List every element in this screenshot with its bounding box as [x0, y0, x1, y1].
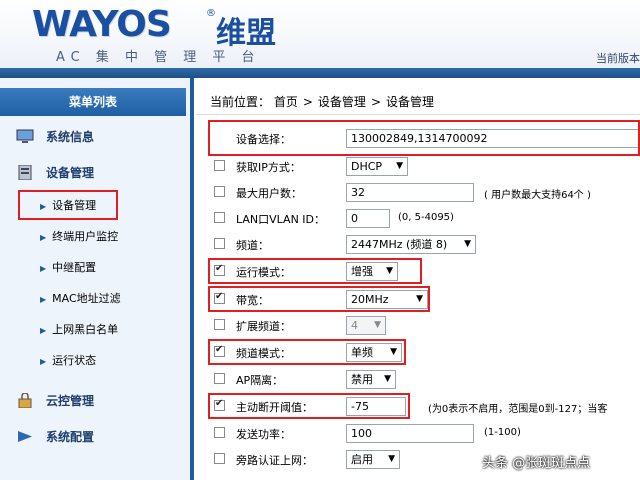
row-checkbox[interactable] [214, 453, 225, 464]
breadcrumb-device-mgmt[interactable]: 设备管理 [318, 95, 366, 109]
lock-icon [18, 393, 32, 408]
highlight-box [208, 286, 430, 312]
gear-icon [18, 431, 32, 442]
ext-channel-select[interactable]: 4 ▼ [346, 316, 386, 335]
highlight-box [208, 120, 640, 156]
wayos-logo: WAYOS [32, 4, 172, 45]
arrow-right-icon: ▶ [40, 295, 47, 304]
max-users-input[interactable]: 32 [346, 183, 474, 202]
arrow-right-icon: ▶ [40, 233, 47, 242]
menu-group-system-config[interactable]: 系统配置 [8, 424, 186, 450]
highlight-box [18, 190, 118, 220]
row-label: LAN口VLAN ID： [236, 213, 326, 226]
monitor-icon [16, 129, 34, 143]
breadcrumb-prefix: 当前位置： [210, 95, 271, 109]
content-divider [196, 114, 640, 115]
sidebar-item-label: 上网黑白名单 [52, 323, 119, 336]
row-hint: (1-100) [484, 427, 521, 438]
row-checkbox[interactable] [214, 186, 225, 197]
breadcrumb-sep: > [370, 95, 381, 109]
sidebar-item-label: MAC地址过滤 [52, 292, 121, 305]
breadcrumb-sep: > [302, 95, 313, 109]
row-checkbox[interactable] [214, 160, 225, 171]
breadcrumb-home[interactable]: 首页 [274, 95, 298, 109]
row-checkbox[interactable] [214, 212, 225, 223]
header-bar [0, 68, 640, 78]
row-checkbox[interactable] [214, 427, 225, 438]
sidebar-item-label: 运行状态 [52, 354, 97, 367]
arrow-right-icon: ▶ [40, 357, 47, 366]
form-row-ip-mode: 获取IP方式： DHCP ▼ [200, 154, 640, 180]
row-checkbox[interactable] [214, 319, 225, 330]
menu-group-label: 系统信息 [46, 130, 95, 144]
menu-group-device-management[interactable]: 设备管理 [8, 160, 186, 186]
row-label: 发送功率： [236, 428, 291, 441]
platform-subtitle: AC 集 中 管 理 平 台 [56, 50, 261, 65]
tx-power-input[interactable]: 100 [346, 424, 474, 443]
sidebar-item-access-list[interactable]: ▶ 上网黑白名单 [40, 320, 118, 340]
dropdown-arrow-icon: ▼ [384, 374, 391, 384]
arrow-right-icon: ▶ [40, 264, 47, 273]
menu-group-system-info[interactable]: 系统信息 [8, 124, 186, 150]
form-row-max-users: 最大用户数： 32 ( 用户数最大支持64个 ) [200, 180, 640, 206]
version-label: 当前版本 [596, 52, 640, 65]
breadcrumb-current: 设备管理 [386, 95, 435, 109]
sidebar-item-relay-config[interactable]: ▶ 中继配置 [40, 258, 96, 278]
server-icon [18, 165, 32, 180]
row-label: AP隔离： [236, 374, 284, 387]
breadcrumb: 当前位置： 首页 > 设备管理 > 设备管理 [210, 93, 434, 110]
row-label: 获取IP方式： [236, 161, 301, 174]
bypass-auth-select[interactable]: 启用 ▼ [346, 450, 400, 469]
ap-isolation-select[interactable]: 禁用 ▼ [346, 370, 396, 389]
watermark: 头条 @张斑斑点点 [482, 456, 591, 471]
menu-group-label: 设备管理 [46, 166, 95, 180]
arrow-right-icon: ▶ [40, 326, 47, 335]
form-row-ext-channel: 扩展频道： 4 ▼ [200, 313, 640, 339]
menu-group-label: 云控管理 [46, 394, 95, 408]
sidebar-item-mac-filter[interactable]: ▶ MAC地址过滤 [40, 289, 121, 309]
row-label: 频道： [236, 239, 269, 252]
form-row-vlan-id: LAN口VLAN ID： 0 (0, 5-4095) [200, 206, 640, 232]
row-hint: (0, 5-4095) [398, 212, 454, 223]
vlan-id-input[interactable]: 0 [346, 209, 390, 228]
row-label: 最大用户数： [236, 187, 302, 200]
menu-group-cloud-control[interactable]: 云控管理 [8, 388, 186, 414]
row-label: 旁路认证上网： [236, 454, 313, 467]
row-checkbox[interactable] [214, 238, 225, 249]
dropdown-arrow-icon: ▼ [464, 239, 471, 249]
sidebar-item-label: 终端用户监控 [52, 230, 119, 243]
row-label: 扩展频道： [236, 320, 291, 333]
sidebar-item-terminal-monitor[interactable]: ▶ 终端用户监控 [40, 227, 118, 247]
sidebar-item-run-status[interactable]: ▶ 运行状态 [40, 351, 96, 371]
registered-mark: ® [206, 8, 216, 19]
channel-select[interactable]: 2447MHz (频道 8) ▼ [346, 235, 476, 254]
sidebar: 菜单列表 系统信息 设备管理 ▶ 设备管理 ▶ 终端用户监控 ▶ 中继配置 ▶ MAC地… [0, 78, 194, 480]
sidebar-item-label: 中继配置 [52, 261, 97, 274]
menu-group-label: 系统配置 [46, 430, 95, 444]
dropdown-arrow-icon: ▼ [374, 320, 381, 330]
highlight-box [208, 258, 422, 284]
form-row-channel: 频道： 2447MHz (频道 8) ▼ [200, 232, 640, 258]
form-row-tx-power: 发送功率： 100 (1-100) [200, 421, 640, 447]
dropdown-arrow-icon: ▼ [396, 161, 403, 171]
menu-title: 菜单列表 [0, 88, 186, 116]
form-row-ap-isolation: AP隔离： 禁用 ▼ [200, 367, 640, 393]
dropdown-arrow-icon: ▼ [388, 454, 395, 464]
app-header: WAYOS ® 维盟 AC 集 中 管 理 平 台 当前版本 [0, 0, 640, 78]
ip-mode-select[interactable]: DHCP ▼ [346, 157, 408, 176]
row-checkbox[interactable] [214, 373, 225, 384]
highlight-box [208, 339, 406, 365]
row-hint: (为0表示不启用，范围是0到-127；当客 [428, 404, 608, 415]
highlight-box [208, 393, 410, 419]
row-hint: ( 用户数最大支持64个 ) [484, 190, 591, 201]
